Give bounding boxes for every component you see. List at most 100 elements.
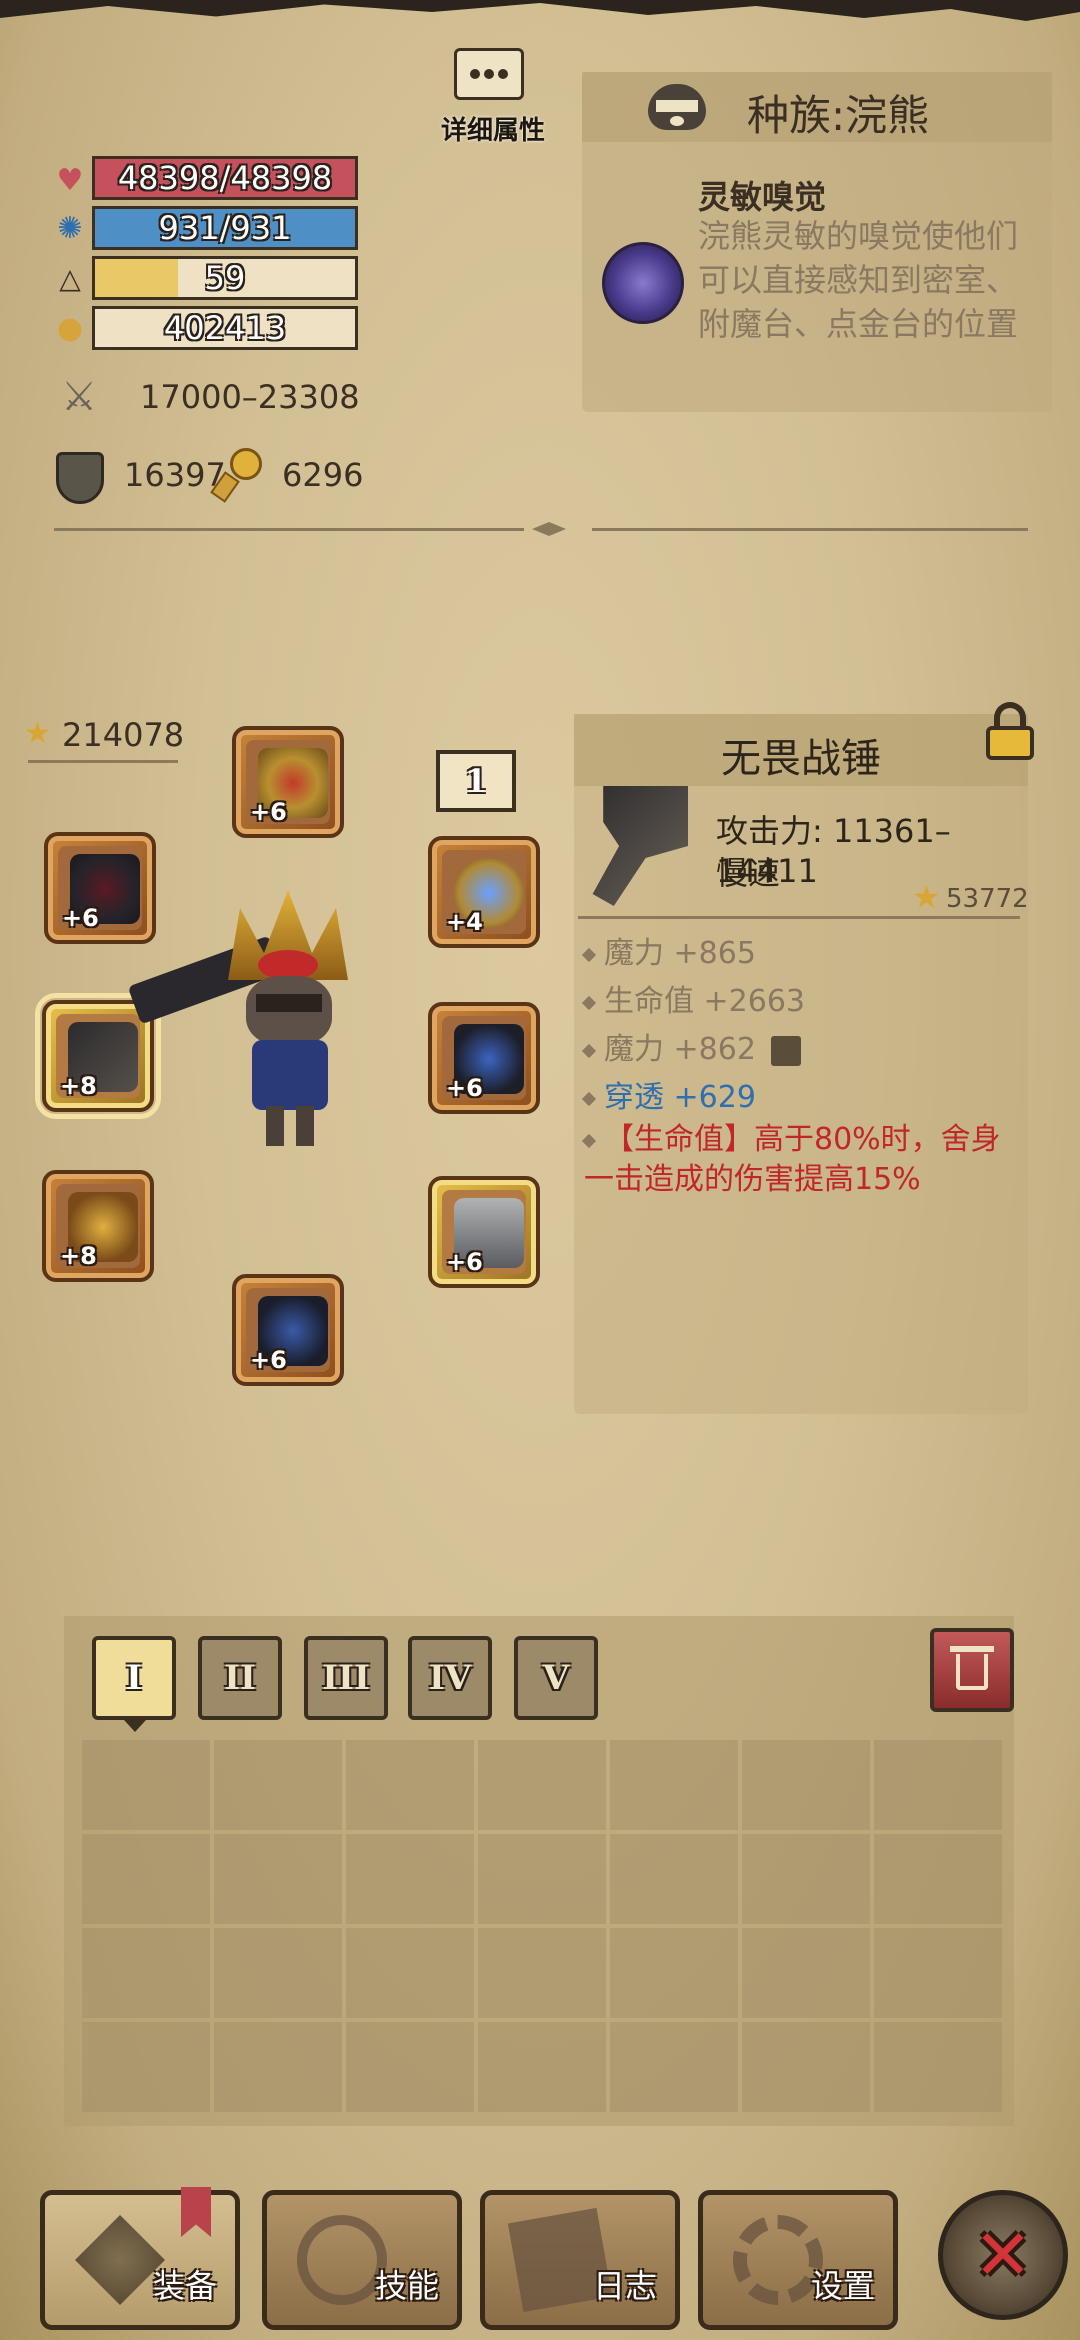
- inventory-cell[interactable]: [610, 1834, 738, 1924]
- inventory-cell[interactable]: [346, 1740, 474, 1830]
- inventory-cell[interactable]: [214, 1834, 342, 1924]
- inventory-cell[interactable]: [478, 1928, 606, 2018]
- gear-icon: [733, 2215, 823, 2305]
- nav-log-label: 日志: [592, 2267, 657, 2305]
- equip-slot-legs[interactable]: +6: [428, 1176, 540, 1288]
- nav-log-button[interactable]: 日志: [480, 2190, 680, 2330]
- inventory-cell[interactable]: [214, 1928, 342, 2018]
- inventory-cell[interactable]: [214, 1740, 342, 1830]
- delete-button[interactable]: [930, 1628, 1014, 1712]
- detail-attributes-button[interactable]: [454, 48, 524, 100]
- attack-value: 17000–23308: [140, 378, 360, 416]
- mp-bar: 931/931: [92, 206, 358, 250]
- race-title: 种族:浣熊: [747, 91, 930, 140]
- heart-icon: ♥: [56, 162, 84, 198]
- gem-socket-icon: [771, 1035, 802, 1066]
- mp-value: 931/931: [158, 209, 292, 247]
- divider-right: [592, 528, 1028, 531]
- nav-settings-button[interactable]: 设置: [698, 2190, 898, 2330]
- keen-smell-skill-icon[interactable]: [602, 242, 684, 324]
- hp-value: 48398/48398: [117, 159, 333, 197]
- equip-slot-accessory[interactable]: +4: [428, 836, 540, 948]
- inventory-cell[interactable]: [346, 2022, 474, 2112]
- trash-icon: [956, 1654, 988, 1690]
- item-special-effect: 【生命值】高于80%时，舍身一击造成的伤害提高15%: [581, 1120, 1014, 1200]
- war-hammer-icon: [592, 786, 688, 906]
- inventory-cell[interactable]: [478, 1834, 606, 1924]
- hp-bar: 48398/48398: [92, 156, 358, 200]
- inventory-tab-3[interactable]: III: [304, 1636, 388, 1720]
- equip-slot-head[interactable]: +6: [232, 726, 344, 838]
- detail-attributes-label[interactable]: 详细属性: [428, 110, 558, 147]
- race-panel: 种族:浣熊 灵敏嗅觉 浣熊灵敏的嗅觉使他们可以直接感知到密室、附魔台、点金台的位…: [582, 72, 1052, 412]
- hero-character: [127, 880, 430, 1160]
- nav-equipment-button[interactable]: 装备: [40, 2187, 240, 2330]
- inventory-cell[interactable]: [742, 1740, 870, 1830]
- inventory-tab-2[interactable]: II: [198, 1636, 282, 1720]
- item-attribute: 魔力 +862: [581, 1024, 802, 1068]
- inventory-tab-4[interactable]: IV: [408, 1636, 492, 1720]
- gold-icon: ●: [56, 310, 84, 346]
- inventory-tab-1[interactable]: I: [92, 1636, 176, 1720]
- defense-value: 16397: [124, 456, 226, 494]
- inventory-cell[interactable]: [610, 2022, 738, 2112]
- dot-icon: [470, 69, 480, 79]
- enhance-level: +8: [60, 1242, 97, 1270]
- level-icon: △: [59, 261, 81, 295]
- nav-skills-button[interactable]: 技能: [262, 2190, 462, 2330]
- level-bar: 59: [92, 256, 358, 300]
- inventory-cell[interactable]: [82, 1834, 210, 1924]
- star-icon: ★: [24, 716, 51, 751]
- skill-name: 灵敏嗅觉: [698, 178, 827, 216]
- inventory-cell[interactable]: [742, 2022, 870, 2112]
- inventory-cell[interactable]: [610, 1740, 738, 1830]
- item-divider: [578, 916, 1020, 919]
- item-speed: 慢速: [716, 854, 781, 892]
- mana-icon: ✺: [57, 210, 83, 246]
- equip-slot-gloves[interactable]: +8: [42, 1170, 154, 1282]
- gold-bar: 402413: [92, 306, 358, 350]
- enhance-level: +8: [60, 1072, 97, 1100]
- inventory-cell[interactable]: [346, 1834, 474, 1924]
- item-score: 53772: [946, 884, 1029, 914]
- inventory-cell[interactable]: [82, 2022, 210, 2112]
- inventory-cell[interactable]: [874, 1834, 1002, 1924]
- set-number-badge[interactable]: 1: [436, 750, 516, 812]
- inventory-cell[interactable]: [82, 1740, 210, 1830]
- enhance-level: +6: [446, 1074, 483, 1102]
- skill-icon: [297, 2215, 387, 2305]
- inventory-cell[interactable]: [478, 1740, 606, 1830]
- inventory-cell[interactable]: [742, 1928, 870, 2018]
- inventory-cell[interactable]: [610, 1928, 738, 2018]
- divider-left: [54, 528, 524, 531]
- equip-slot-boots[interactable]: +6: [232, 1274, 344, 1386]
- nav-equipment-label: 装备: [152, 2267, 217, 2305]
- inventory-cell[interactable]: [874, 2022, 1002, 2112]
- inventory-cell[interactable]: [214, 2022, 342, 2112]
- level-value: 59: [204, 259, 246, 297]
- equipment-power: 214078: [62, 716, 185, 754]
- lock-icon[interactable]: [984, 702, 1036, 762]
- item-name: 无畏战锤: [721, 736, 881, 782]
- raccoon-icon: [642, 80, 712, 136]
- magic-resist-value: 6296: [282, 456, 364, 494]
- inventory-cell[interactable]: [874, 1928, 1002, 2018]
- inventory-cell[interactable]: [742, 1834, 870, 1924]
- inventory-cell[interactable]: [478, 2022, 606, 2112]
- enhance-level: +6: [62, 904, 99, 932]
- bookmark-icon: [181, 2187, 211, 2237]
- skill-description: 浣熊灵敏的嗅觉使他们可以直接感知到密室、附魔台、点金台的位置: [698, 217, 1019, 343]
- inventory-tab-5[interactable]: V: [514, 1636, 598, 1720]
- nav-settings-label: 设置: [810, 2267, 875, 2305]
- star-icon: ★: [912, 878, 941, 916]
- gold-value: 402413: [163, 309, 287, 347]
- equip-slot-armor[interactable]: +6: [428, 1002, 540, 1114]
- crossed-swords-icon: ⚔: [61, 374, 97, 420]
- inventory-cell[interactable]: [346, 1928, 474, 2018]
- close-button[interactable]: ✕: [938, 2190, 1068, 2320]
- magic-resist-icon: [210, 448, 264, 504]
- dot-icon: [498, 69, 508, 79]
- inventory-cell[interactable]: [874, 1740, 1002, 1830]
- enhance-level: +4: [446, 908, 483, 936]
- inventory-cell[interactable]: [82, 1928, 210, 2018]
